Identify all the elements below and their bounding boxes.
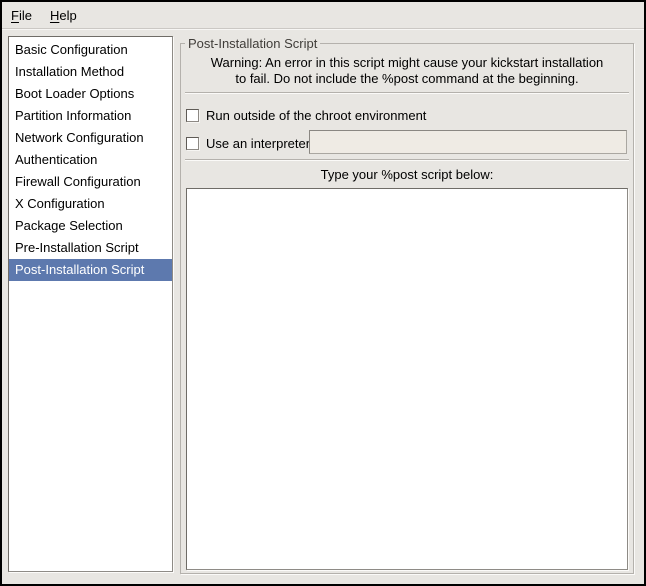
warning-text-line2: to fail. Do not include the %post comman… (181, 71, 633, 87)
post-installation-script-frame: Post-Installation Script Warning: An err… (180, 43, 634, 574)
chroot-checkbox[interactable] (186, 109, 199, 122)
sidebar-item-x-configuration[interactable]: X Configuration (9, 193, 172, 215)
separator (185, 92, 629, 94)
sidebar-item-network-configuration[interactable]: Network Configuration (9, 127, 172, 149)
sidebar-item-installation-method[interactable]: Installation Method (9, 61, 172, 83)
interpreter-checkbox-row[interactable]: Use an interpreter: (181, 132, 314, 154)
interpreter-checkbox-label: Use an interpreter: (206, 136, 314, 151)
separator (185, 159, 629, 161)
sidebar-item-firewall-configuration[interactable]: Firewall Configuration (9, 171, 172, 193)
interpreter-checkbox[interactable] (186, 137, 199, 150)
sidebar-item-basic-configuration[interactable]: Basic Configuration (9, 39, 172, 61)
sidebar-item-boot-loader-options[interactable]: Boot Loader Options (9, 83, 172, 105)
sidebar-item-authentication[interactable]: Authentication (9, 149, 172, 171)
menu-help[interactable]: Help (41, 2, 86, 28)
section-list: Basic Configuration Installation Method … (8, 36, 173, 572)
menu-file-accel: F (11, 8, 19, 23)
sidebar-item-pre-installation-script[interactable]: Pre-Installation Script (9, 237, 172, 259)
warning-text-line1: Warning: An error in this script might c… (181, 55, 633, 71)
interpreter-input[interactable] (309, 130, 627, 154)
post-script-textarea[interactable] (186, 188, 628, 570)
menu-file[interactable]: File (2, 2, 41, 28)
post-script-label: Type your %post script below: (181, 167, 633, 183)
sidebar-item-post-installation-script[interactable]: Post-Installation Script (9, 259, 172, 281)
sidebar-item-partition-information[interactable]: Partition Information (9, 105, 172, 127)
chroot-checkbox-row[interactable]: Run outside of the chroot environment (181, 104, 426, 126)
menu-file-label: ile (19, 8, 32, 23)
menu-help-label: elp (59, 8, 76, 23)
kickstart-configurator-window: File Help Basic Configuration Installati… (0, 0, 646, 586)
menu-help-accel: H (50, 8, 59, 23)
chroot-checkbox-label: Run outside of the chroot environment (206, 108, 426, 123)
menu-bar: File Help (2, 2, 644, 29)
sidebar-item-package-selection[interactable]: Package Selection (9, 215, 172, 237)
frame-body: Warning: An error in this script might c… (181, 44, 633, 573)
